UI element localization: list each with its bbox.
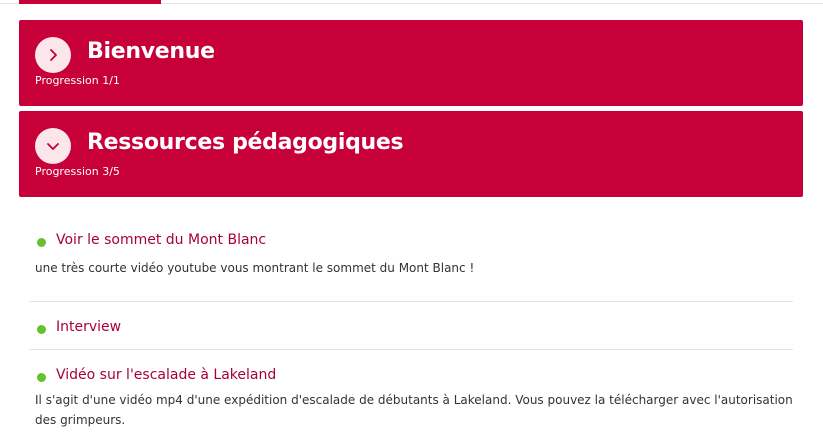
activity-divider: [29, 349, 793, 350]
completion-status-icon: [37, 238, 46, 247]
chevron-right-icon: [50, 49, 57, 61]
activity-item: Interview: [29, 318, 794, 342]
activity-description: une très courte vidéo youtube vous montr…: [35, 261, 475, 275]
completion-status-icon: [37, 373, 46, 382]
activity-divider: [29, 301, 793, 302]
section-ressources-pedagogiques[interactable]: Ressources pédagogiques Progression 3/5: [19, 111, 803, 197]
activity-link[interactable]: Vidéo sur l'escalade à Lakeland: [56, 367, 276, 383]
activity-item: Voir le sommet du Mont Blanc une très co…: [29, 231, 794, 291]
section-progress: Progression 3/5: [35, 165, 120, 178]
section-bienvenue[interactable]: Bienvenue Progression 1/1: [19, 20, 803, 106]
activity-link[interactable]: Voir le sommet du Mont Blanc: [56, 232, 266, 248]
active-tab-indicator: [19, 0, 161, 4]
section-title[interactable]: Bienvenue: [87, 39, 215, 64]
section-toggle-button[interactable]: [35, 128, 71, 164]
activity-link[interactable]: Interview: [56, 319, 121, 335]
activity-description: Il s'agit d'une vidéo mp4 d'une expéditi…: [35, 393, 793, 427]
section-progress: Progression 1/1: [35, 74, 120, 87]
completion-status-icon: [37, 325, 46, 334]
chevron-down-icon: [47, 143, 59, 150]
section-title[interactable]: Ressources pédagogiques: [87, 130, 404, 155]
activity-item: Vidéo sur l'escalade à Lakeland Il s'agi…: [29, 366, 794, 446]
section-toggle-button[interactable]: [35, 37, 71, 73]
